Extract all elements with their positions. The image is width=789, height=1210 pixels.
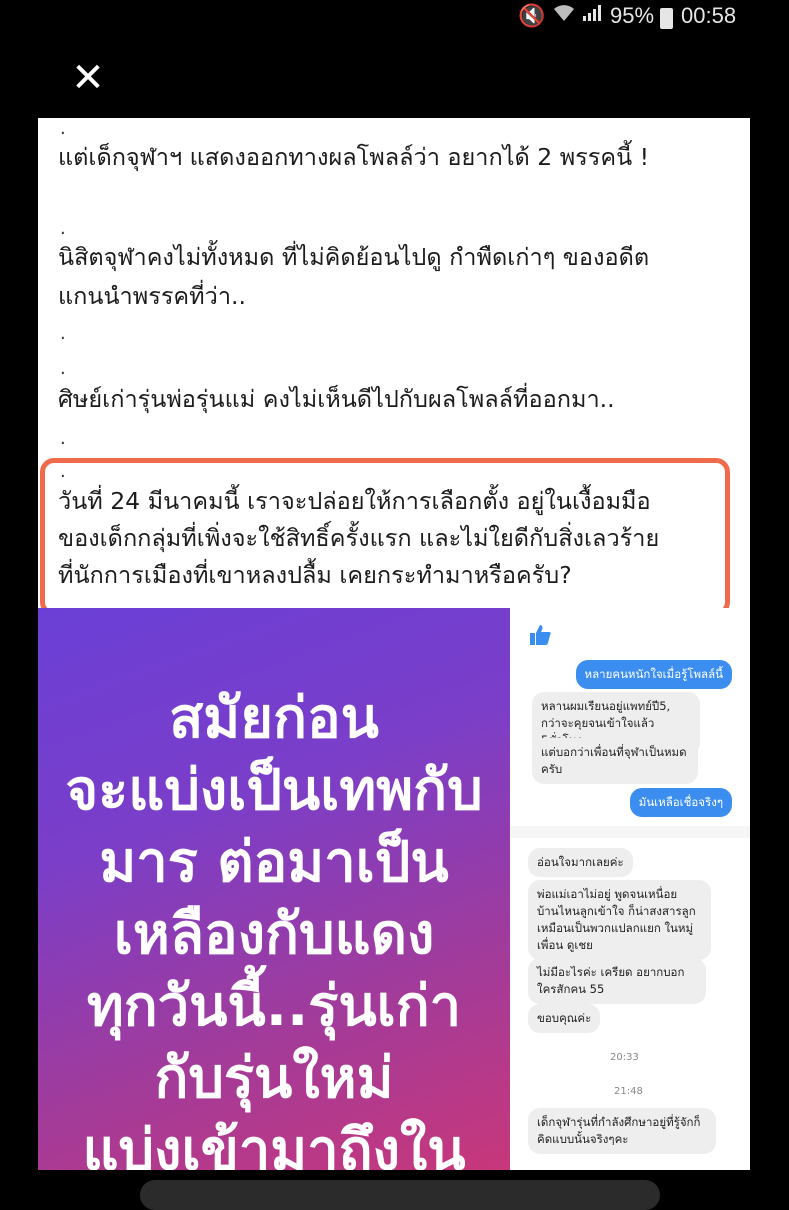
chat-bubble-out: หลายคนหนักใจเมื่อรู้โพลล์นี้ [575,660,732,689]
dot-separator: . [60,323,66,344]
dot-separator: . [60,358,66,379]
shared-image[interactable]: สมัยก่อน จะแบ่งเป็นเทพกับ มาร ต่อมาเป็น … [38,608,750,1170]
thumbs-up-icon [528,624,552,646]
highlight-box [40,458,730,616]
close-icon: ✕ [71,55,105,101]
dot-separator: . [60,118,66,139]
battery-percent: 95% [610,3,655,28]
chat-timestamp: 21:48 [614,1086,643,1097]
close-button[interactable]: ✕ [68,58,108,98]
poster-line: ทุกวันนี้..รุ่นเก่า [86,974,462,1039]
chat-bubble-in: ขอบคุณค่ะ [528,1004,601,1033]
battery-icon [660,8,673,29]
chat-bubble-out: มันเหลือเชื่อจริงๆ [629,788,732,817]
chat-bubble-in: ไม่มีอะไรค่ะ เครียด อยากบอกใครสักคน 55 [528,958,706,1004]
poster-line: สมัยก่อน [169,686,379,751]
poster-line: จะแบ่งเป็นเทพกับ [65,758,483,823]
dot-separator: . [60,428,66,449]
chat-divider [510,826,750,838]
mute-icon: 🔇 [518,3,546,28]
post-line: นิสิตจุฬาคงไม่ทั้งหมด ที่ไม่คิดย้อนไปดู … [58,243,650,271]
poster-line: กับรุ่นใหม่ [154,1046,394,1111]
post-line: ศิษย์เก่ารุ่นพ่อรุ่นแม่ คงไม่เห็นดีไปกับ… [58,385,615,413]
poster-line: เหลืองกับแดง [113,902,435,967]
post-line: แกนนำพรรคที่ว่า.. [58,282,246,310]
poster: สมัยก่อน จะแบ่งเป็นเทพกับ มาร ต่อมาเป็น … [38,608,510,1170]
chat-timestamp: 20:33 [610,1052,639,1063]
clock: 00:58 [681,3,737,28]
chat-bubble-in: พ่อแม่เอาไม่อยู่ พูดจนเหนื่อย บ้านไหนลูก… [528,880,711,960]
signal-icon [582,3,602,29]
wifi-icon [552,3,576,29]
bottom-bar [0,1170,789,1210]
dot-separator: . [60,218,66,239]
poster-line: แบ่งเข้ามาถึงใน [82,1118,466,1170]
poster-line: มาร ต่อมาเป็น [99,830,449,895]
chat-bubble-in: เด็กจุฬารุ่นที่กำลังศึกษาอยู่ที่รู้จักก็… [528,1108,716,1154]
chat-bubble-in: อ่อนใจมากเลยค่ะ [528,848,633,877]
chat-bubble-in: แต่บอกว่าเพื่อนที่จุฬาเป็นหมดครับ [532,738,698,784]
post-line: แต่เด็กจุฬาฯ แสดงออกทางผลโพลล์ว่า อยากได… [58,143,650,171]
status-bar: 🔇 95% 00:58 [0,0,789,32]
comment-input[interactable] [140,1180,660,1210]
chat-screenshot: หลายคนหนักใจเมื่อรู้โพลล์นี้ หลานผมเรียน… [510,608,750,1170]
